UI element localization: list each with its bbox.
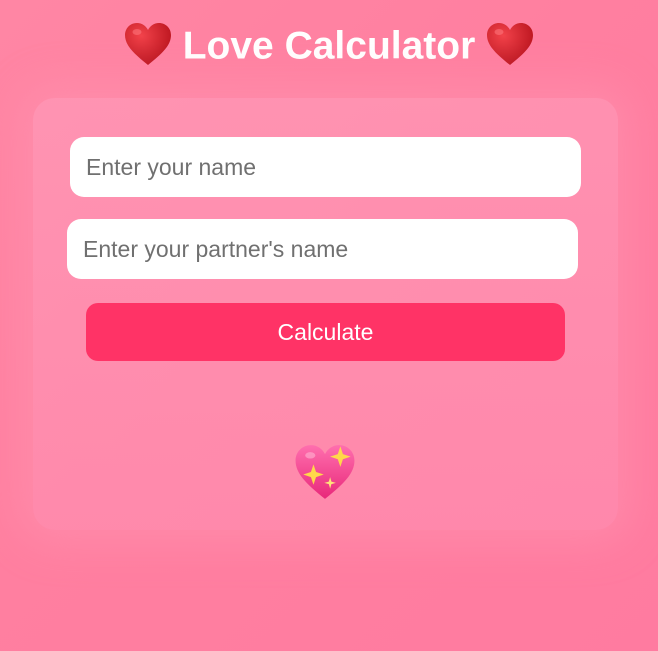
page-title: Love Calculator (182, 24, 476, 68)
page-header: Love Calculator (0, 18, 658, 74)
calculate-button[interactable]: Calculate (86, 303, 565, 361)
your-name-input[interactable] (70, 137, 581, 197)
red-heart-icon (123, 21, 173, 67)
partner-name-input[interactable] (67, 219, 578, 279)
red-heart-icon (485, 21, 535, 67)
sparkling-heart-icon (293, 442, 357, 502)
